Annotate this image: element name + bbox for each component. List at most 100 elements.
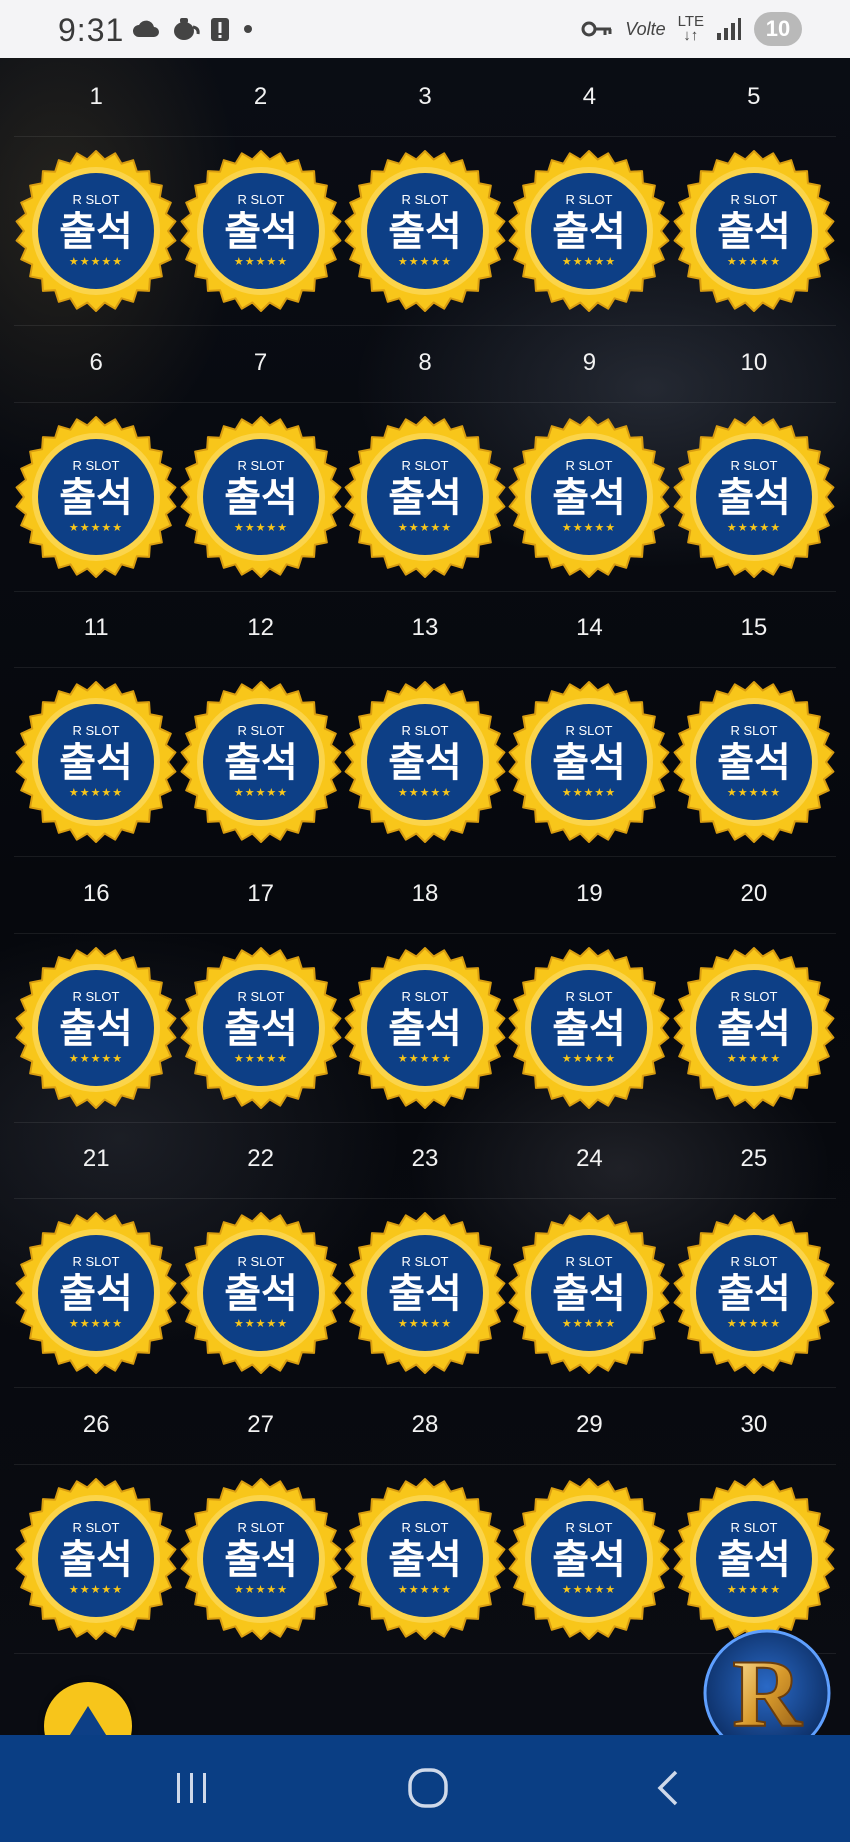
attendance-day-cell[interactable]: R SLOT 출석 ★★★★★ xyxy=(178,668,342,856)
attendance-day-cell[interactable]: R SLOT 출석 ★★★★★ xyxy=(14,668,178,856)
badge-stars: ★★★★★ xyxy=(233,1583,287,1596)
attendance-day-cell[interactable]: R SLOT 출석 ★★★★★ xyxy=(507,137,671,325)
badge-stars: ★★★★★ xyxy=(233,255,287,268)
badge-row: R SLOT 출석 ★★★★★ R SLOT 출석 ★★★★★ R SLOT 출… xyxy=(14,403,836,592)
day-number: 2 xyxy=(253,83,268,110)
badge-main-text: 출석 xyxy=(388,1271,462,1317)
attendance-badge: R SLOT 출석 ★★★★★ xyxy=(15,681,177,843)
badge-top-text: R SLOT xyxy=(237,989,284,1004)
badge-top-text: R SLOT xyxy=(730,1254,777,1269)
badge-main-text: 출석 xyxy=(553,740,627,786)
attendance-day-cell[interactable]: R SLOT 출석 ★★★★★ xyxy=(507,1465,671,1653)
attendance-badge: R SLOT 출석 ★★★★★ xyxy=(180,681,342,843)
badge-top-text: R SLOT xyxy=(402,723,449,738)
day-number: 8 xyxy=(418,349,432,376)
attendance-day-cell[interactable]: R SLOT 출석 ★★★★★ xyxy=(507,934,671,1122)
day-number-row: 11 12 13 14 15 xyxy=(14,589,836,668)
vpn-key-icon xyxy=(581,21,612,37)
badge-main-text: 출석 xyxy=(717,209,791,255)
attendance-day-cell[interactable]: R SLOT 출석 ★★★★★ xyxy=(178,137,342,325)
volte-label: Volte xyxy=(625,18,666,39)
attendance-badge: R SLOT 출석 ★★★★★ xyxy=(15,1478,177,1640)
home-button[interactable] xyxy=(398,1763,458,1813)
badge-main-text: 출석 xyxy=(717,1537,791,1583)
attendance-day-cell[interactable]: R SLOT 출석 ★★★★★ xyxy=(343,934,507,1122)
badge-top-text: R SLOT xyxy=(237,458,284,473)
attendance-day-cell[interactable]: R SLOT 출석 ★★★★★ xyxy=(343,137,507,325)
attendance-day-cell[interactable]: R SLOT 출석 ★★★★★ xyxy=(672,1199,836,1387)
attendance-badge: R SLOT 출석 ★★★★★ xyxy=(15,947,177,1109)
recent-apps-button[interactable] xyxy=(162,1763,222,1813)
day-number-row: 26 27 28 29 30 xyxy=(14,1386,836,1465)
attendance-day-cell[interactable]: R SLOT 출석 ★★★★★ xyxy=(343,668,507,856)
badge-main-text: 출석 xyxy=(59,1006,133,1052)
badge-stars: ★★★★★ xyxy=(562,255,616,268)
attendance-badge: R SLOT 출석 ★★★★★ xyxy=(509,681,670,843)
badge-main-text: 출석 xyxy=(224,1537,298,1583)
attendance-day-cell[interactable]: R SLOT 출석 ★★★★★ xyxy=(507,1199,671,1387)
day-number: 30 xyxy=(740,1411,768,1438)
badge-main-text: 출석 xyxy=(553,475,627,521)
attendance-day-cell[interactable]: R SLOT 출석 ★★★★★ xyxy=(672,668,836,856)
day-number: 12 xyxy=(247,614,274,641)
attendance-day-cell[interactable]: R SLOT 출석 ★★★★★ xyxy=(507,668,671,856)
badge-main-text: 출석 xyxy=(388,740,462,786)
attendance-day-cell[interactable]: R SLOT 출석 ★★★★★ xyxy=(343,1199,507,1387)
network-type: LTE ↓↑ xyxy=(677,13,704,44)
attendance-day-cell[interactable]: R SLOT 출석 ★★★★★ xyxy=(14,137,178,325)
attendance-badge: R SLOT 출석 ★★★★★ xyxy=(344,947,506,1109)
calendar-week: 26 27 28 29 30 R SLOT 출석 ★★★★★ R SLOT 출석 ★★★… xyxy=(14,1386,836,1654)
badge-stars: ★★★★★ xyxy=(727,1052,781,1065)
badge-main-text: 출석 xyxy=(388,1537,462,1583)
day-number: 19 xyxy=(576,880,603,907)
attendance-day-cell[interactable]: R SLOT 출석 ★★★★★ xyxy=(672,403,836,591)
day-number: 20 xyxy=(740,880,768,907)
attendance-day-cell[interactable]: R SLOT 출석 ★★★★★ xyxy=(507,403,671,591)
badge-main-text: 출석 xyxy=(717,1271,791,1317)
day-number-row: 6 7 8 9 10 xyxy=(14,324,836,403)
attendance-badge: R SLOT 출석 ★★★★★ xyxy=(673,1478,835,1640)
attendance-badge: R SLOT 출석 ★★★★★ xyxy=(344,681,506,843)
attendance-badge: R SLOT 출석 ★★★★★ xyxy=(673,416,835,578)
badge-top-text: R SLOT xyxy=(730,989,777,1004)
attendance-day-cell[interactable]: R SLOT 출석 ★★★★★ xyxy=(672,934,836,1122)
r-slot-logo-button[interactable]: R xyxy=(700,1626,834,1735)
badge-main-text: 출석 xyxy=(224,1271,298,1317)
attendance-day-cell[interactable]: R SLOT 출석 ★★★★★ xyxy=(14,934,178,1122)
badge-top-text: R SLOT xyxy=(402,1254,449,1269)
status-bar: 9:31 Volte LTE ↓↑ 10 xyxy=(0,0,850,58)
day-number: 6 xyxy=(89,349,103,376)
badge-stars: ★★★★★ xyxy=(727,255,781,268)
attendance-day-cell[interactable]: R SLOT 출석 ★★★★★ xyxy=(178,403,342,591)
badge-top-text: R SLOT xyxy=(73,723,120,738)
attendance-day-cell[interactable]: R SLOT 출석 ★★★★★ xyxy=(343,403,507,591)
scroll-top-button[interactable] xyxy=(44,1682,132,1735)
attendance-day-cell[interactable]: R SLOT 출석 ★★★★★ xyxy=(672,1465,836,1653)
badge-stars: ★★★★★ xyxy=(69,1317,123,1330)
badge-top-text: R SLOT xyxy=(73,989,120,1004)
badge-main-text: 출석 xyxy=(717,740,791,786)
attendance-badge: R SLOT 출석 ★★★★★ xyxy=(15,1212,177,1374)
attendance-day-cell[interactable]: R SLOT 출석 ★★★★★ xyxy=(178,1465,342,1653)
badge-main-text: 출석 xyxy=(717,1006,791,1052)
day-number: 28 xyxy=(411,1411,439,1438)
attendance-day-cell[interactable]: R SLOT 출석 ★★★★★ xyxy=(178,1199,342,1387)
attendance-day-cell[interactable]: R SLOT 출석 ★★★★★ xyxy=(14,403,178,591)
back-button[interactable] xyxy=(638,1763,698,1813)
badge-stars: ★★★★★ xyxy=(562,1317,616,1330)
badge-stars: ★★★★★ xyxy=(233,1052,287,1065)
status-time: 9:31 xyxy=(58,12,125,48)
attendance-day-cell[interactable]: R SLOT 출석 ★★★★★ xyxy=(14,1465,178,1653)
system-nav-bar xyxy=(0,1735,850,1842)
attendance-day-cell[interactable]: R SLOT 출석 ★★★★★ xyxy=(672,137,836,325)
attendance-day-cell[interactable]: R SLOT 출석 ★★★★★ xyxy=(178,934,342,1122)
badge-top-text: R SLOT xyxy=(566,1254,613,1269)
attendance-day-cell[interactable]: R SLOT 출석 ★★★★★ xyxy=(343,1465,507,1653)
badge-top-text: R SLOT xyxy=(566,989,613,1004)
badge-top-text: R SLOT xyxy=(566,1520,613,1535)
badge-main-text: 출석 xyxy=(388,1006,462,1052)
badge-main-text: 출석 xyxy=(553,1537,627,1583)
attendance-day-cell[interactable]: R SLOT 출석 ★★★★★ xyxy=(14,1199,178,1387)
attendance-badge: R SLOT 출석 ★★★★★ xyxy=(180,1212,342,1374)
badge-stars: ★★★★★ xyxy=(398,1317,452,1330)
